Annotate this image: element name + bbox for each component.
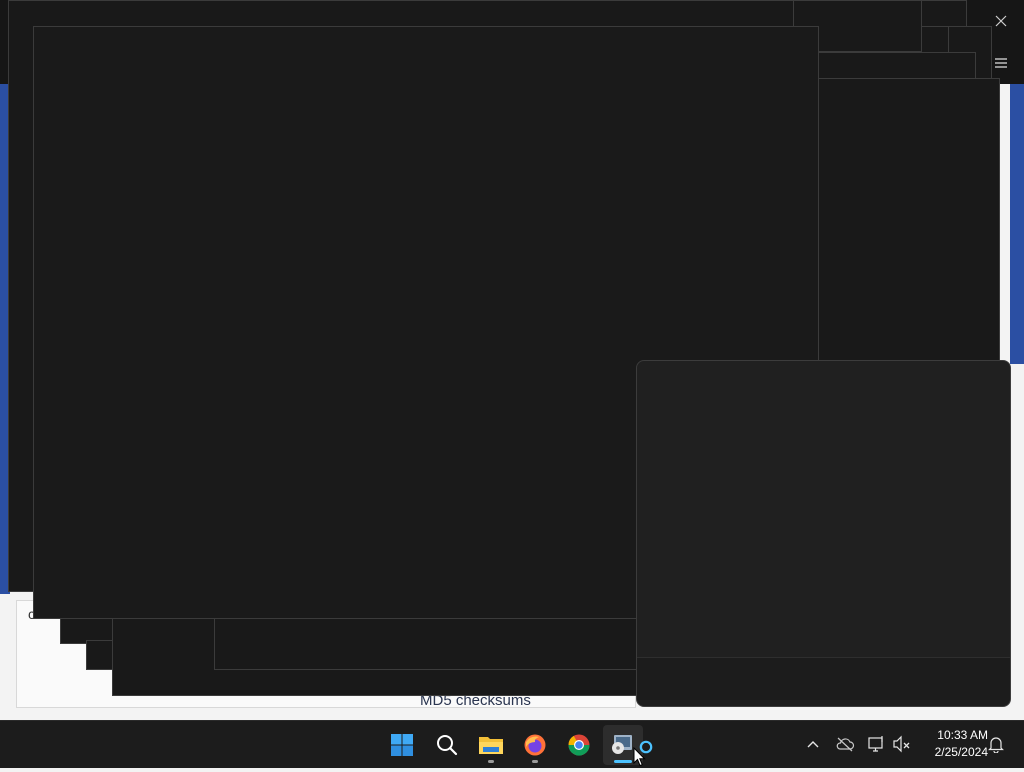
clock-date: 2/25/2024 (934, 745, 988, 759)
firefox-button[interactable] (515, 725, 555, 765)
flyout-panel-footer (637, 657, 1010, 706)
chevron-up-icon (807, 741, 819, 748)
chrome-icon (568, 734, 590, 756)
flyout-panel[interactable] (636, 360, 1011, 707)
show-hidden-icons-button[interactable] (802, 733, 824, 755)
volume-button[interactable] (891, 733, 913, 755)
dark-window-back-7 (818, 78, 1000, 368)
mouse-cursor-icon (633, 746, 647, 767)
dark-window-back-6 (818, 52, 976, 80)
search-icon (437, 735, 458, 756)
taskbar-clock[interactable]: 10:33 AM 2/25/2024 (918, 727, 988, 761)
running-indicator (532, 760, 538, 763)
clock-time: 10:33 AM (937, 728, 988, 742)
folder-icon (479, 737, 503, 754)
hamburger-menu-icon (995, 58, 1007, 68)
close-button[interactable] (984, 6, 1018, 36)
chrome-button[interactable] (559, 725, 599, 765)
network-icon (868, 736, 883, 752)
dark-window-back-3 (921, 0, 967, 28)
active-indicator (614, 760, 632, 763)
file-explorer-button[interactable] (471, 725, 511, 765)
close-icon (995, 15, 1007, 27)
dark-window-stack-4 (214, 612, 640, 670)
menu-button[interactable] (988, 50, 1014, 76)
start-button[interactable] (382, 725, 422, 765)
taskbar: 10:33 AM 2/25/2024 (0, 720, 1024, 768)
background-window-edge-right (1010, 84, 1024, 364)
dark-window-back-4 (921, 26, 951, 54)
speaker-muted-icon (893, 735, 910, 753)
network-button[interactable] (866, 733, 888, 755)
windows-logo-icon (391, 734, 413, 756)
search-button[interactable] (427, 725, 467, 765)
running-indicator (488, 760, 494, 763)
bell-icon (988, 737, 1004, 753)
notifications-button[interactable] (985, 733, 1007, 755)
onedrive-button[interactable] (834, 733, 856, 755)
cloud-off-icon (836, 737, 855, 752)
firefox-icon (524, 734, 546, 756)
